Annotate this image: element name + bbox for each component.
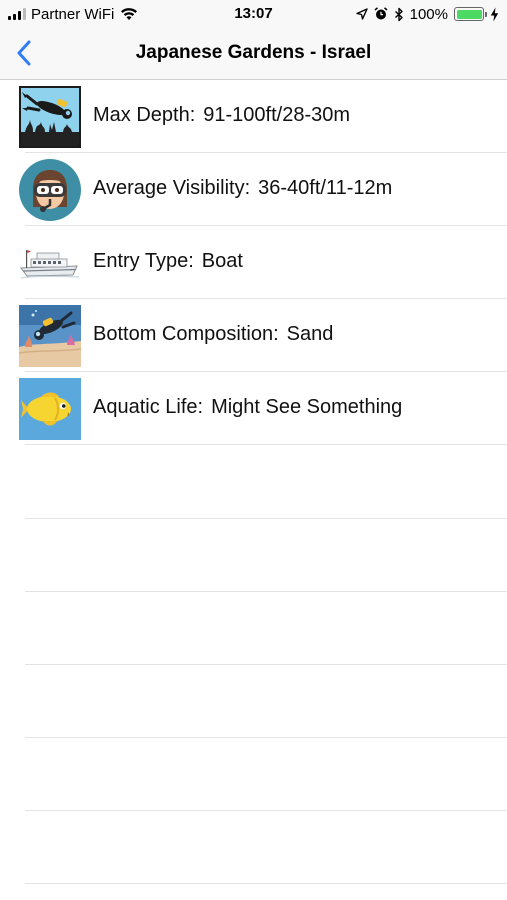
diver-sand-icon (19, 305, 81, 367)
row-text: Average Visibility: 36-40ft/11-12m (93, 177, 392, 200)
empty-row-separator (25, 591, 507, 592)
row-label: Aquatic Life: (93, 396, 204, 418)
navigation-bar: Japanese Gardens - Israel (0, 28, 507, 80)
alarm-clock-icon (374, 7, 388, 20)
row-label: Average Visibility: (93, 177, 251, 199)
row-value: Boat (201, 250, 243, 272)
empty-row-separator (25, 737, 507, 738)
chevron-left-icon (17, 40, 31, 66)
bluetooth-icon (394, 7, 403, 21)
row-label: Bottom Composition: (93, 323, 279, 345)
boat-icon (19, 232, 81, 294)
list-item-average-visibility[interactable]: Average Visibility: 36-40ft/11-12m (0, 153, 507, 226)
row-label: Max Depth: (93, 104, 196, 126)
list-item-aquatic-life[interactable]: Aquatic Life: Might See Something (0, 372, 507, 445)
row-value: 36-40ft/11-12m (258, 177, 393, 199)
diver-mask-icon (19, 159, 81, 221)
row-label: Entry Type: (93, 250, 194, 272)
row-separator (25, 444, 507, 445)
status-bar: Partner WiFi 13:07 100% (0, 0, 507, 28)
diver-depth-icon (19, 86, 81, 148)
battery-icon (454, 7, 487, 21)
list-item-max-depth[interactable]: Max Depth: 91-100ft/28-30m (0, 80, 507, 153)
location-arrow-icon (355, 8, 368, 20)
row-text: Entry Type: Boat (93, 250, 243, 273)
status-right: 100% (355, 5, 499, 23)
back-button[interactable] (10, 38, 38, 68)
fish-icon (19, 378, 81, 440)
row-text: Max Depth: 91-100ft/28-30m (93, 104, 350, 127)
row-value: 91-100ft/28-30m (203, 104, 351, 126)
row-value: Might See Something (211, 396, 403, 418)
empty-row-separator (25, 664, 507, 665)
list-item-entry-type[interactable]: Entry Type: Boat (0, 226, 507, 299)
empty-row-separator (25, 883, 507, 884)
row-value: Sand (286, 323, 334, 345)
dive-site-details-table: Max Depth: 91-100ft/28-30m Average Visibi… (0, 80, 507, 900)
page-title: Japanese Gardens - Israel (135, 42, 372, 63)
empty-row-separator (25, 810, 507, 811)
row-text: Aquatic Life: Might See Something (93, 396, 402, 419)
list-item-bottom-composition[interactable]: Bottom Composition: Sand (0, 299, 507, 372)
empty-row-separator (25, 518, 507, 519)
battery-percent: 100% (409, 5, 448, 23)
row-text: Bottom Composition: Sand (93, 323, 333, 346)
charging-bolt-icon (490, 7, 499, 21)
